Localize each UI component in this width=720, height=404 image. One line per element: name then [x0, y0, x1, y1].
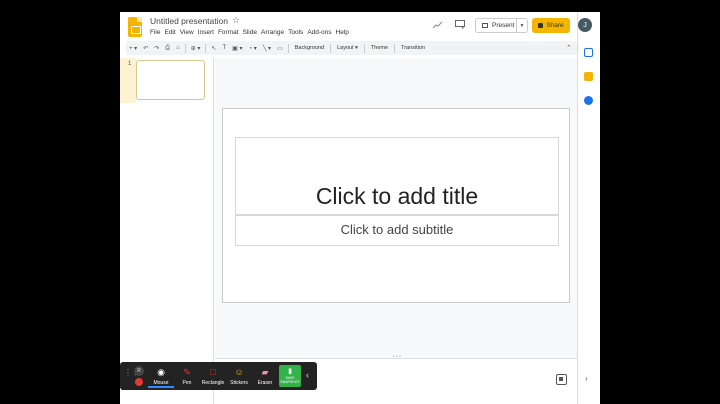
menu-arrange[interactable]: Arrange — [261, 29, 288, 36]
comments-icon[interactable] — [455, 20, 465, 29]
slide-number: 1 — [128, 61, 132, 67]
rectangle-icon: □ — [210, 367, 216, 377]
account-avatar[interactable]: J — [578, 18, 592, 32]
activity-trend-icon[interactable] — [433, 21, 443, 29]
image-icon[interactable]: ▣ ▾ — [229, 45, 245, 52]
pen-tool-label: Pen — [182, 380, 192, 386]
zoom-icon[interactable]: ⊕ ▾ — [188, 45, 204, 52]
menu-format[interactable]: Format — [218, 29, 243, 36]
present-icon — [482, 23, 488, 28]
slide-canvas: Click to add title Click to add subtitle… — [215, 58, 577, 360]
snapshot-icon: ▮ — [288, 368, 292, 375]
theme-button[interactable]: Theme — [367, 45, 392, 51]
slides-logo-icon[interactable] — [128, 17, 142, 37]
annotation-toolbar: ⋮⋮ R ◉ Mouse ✎ Pen □ Rectangle ☺ Sticker… — [120, 362, 317, 390]
mouse-tool-button[interactable]: ◉ Mouse — [148, 364, 174, 388]
eraser-tool-button[interactable]: ▰ Eraser — [252, 364, 278, 388]
expand-side-panel-chevron-right-icon[interactable]: › — [585, 374, 588, 383]
lock-icon — [538, 23, 544, 28]
subtitle-placeholder-text: Click to add subtitle — [340, 222, 454, 237]
background-button[interactable]: Background — [291, 45, 328, 51]
document-title[interactable]: Untitled presentation — [150, 16, 228, 26]
star-icon[interactable]: ☆ — [232, 15, 240, 26]
title-placeholder-box[interactable]: Click to add title — [235, 137, 559, 215]
toolbar-divider — [330, 43, 332, 53]
editing-toolbar: + ▾ ↶ ↷ ⎙ ⌂ ⊕ ▾ ↖ T ▣ ▾ ◔ ▾ ╲ ▾ ▭ Backgr… — [126, 41, 579, 55]
stickers-tool-label: Stickers — [230, 380, 248, 386]
menu-file[interactable]: File — [150, 29, 164, 36]
collapse-toolbar-chevron-left-icon[interactable]: ‹ — [306, 370, 309, 380]
mouse-icon: ◉ — [157, 367, 165, 377]
layout-button[interactable]: Layout ▾ — [333, 45, 362, 51]
menu-bar: File Edit View Insert Format Slide Arran… — [150, 29, 353, 36]
menu-help[interactable]: Help — [336, 29, 353, 36]
eraser-tool-label: Eraser — [257, 380, 273, 386]
share-label: Share — [546, 22, 564, 29]
redo-icon[interactable]: ↷ — [151, 45, 162, 52]
paint-format-icon[interactable]: ⌂ — [173, 45, 183, 51]
toolbar-divider — [287, 43, 289, 53]
stickers-tool-button[interactable]: ☺ Stickers — [226, 364, 252, 388]
present-dropdown-chevron-icon[interactable]: ▼ — [516, 19, 527, 32]
present-button[interactable]: Present ▼ — [475, 18, 528, 33]
pen-icon: ✎ — [183, 367, 191, 377]
subtitle-placeholder-box[interactable]: Click to add subtitle — [235, 215, 559, 246]
menu-view[interactable]: View — [180, 29, 198, 36]
menu-tools[interactable]: Tools — [288, 29, 307, 36]
layout-label: Layout — [337, 45, 354, 51]
slide[interactable]: Click to add title Click to add subtitle — [222, 108, 570, 303]
side-panel-divider — [577, 12, 578, 404]
shape-icon[interactable]: ◔ ▾ — [245, 45, 259, 52]
present-label: Present — [492, 22, 515, 29]
explore-icon[interactable] — [556, 374, 567, 385]
stop-record-icon[interactable] — [135, 378, 143, 386]
rectangle-tool-label: Rectangle — [201, 380, 225, 386]
undo-icon[interactable]: ↶ — [140, 45, 151, 52]
menu-edit[interactable]: Edit — [164, 29, 179, 36]
eraser-icon: ▰ — [261, 367, 269, 377]
menu-insert[interactable]: Insert — [198, 29, 218, 36]
menu-add-ons[interactable]: Add-ons — [307, 29, 335, 36]
slides-app-window: Untitled presentation ☆ File Edit View I… — [120, 12, 600, 404]
toolbar-divider — [205, 43, 207, 53]
rectangle-tool-button[interactable]: □ Rectangle — [200, 364, 226, 388]
toolbar-divider — [184, 43, 186, 53]
new-slide-plus-icon[interactable]: + ▾ — [126, 45, 140, 52]
collapse-menus-chevron-up-icon[interactable]: ⌃ — [566, 44, 572, 52]
print-icon[interactable]: ⎙ — [162, 45, 173, 52]
mouse-tool-label: Mouse — [153, 380, 169, 386]
keep-icon[interactable] — [584, 72, 593, 81]
slide-thumbnail[interactable] — [136, 60, 205, 100]
sticker-icon: ☺ — [234, 367, 244, 377]
text-box-icon[interactable]: T — [219, 45, 229, 51]
calendar-icon[interactable] — [584, 48, 593, 57]
record-status-icon: R — [134, 366, 144, 376]
tasks-icon[interactable] — [584, 96, 593, 105]
line-icon[interactable]: ╲ ▾ — [260, 45, 274, 52]
save-snapshot-button[interactable]: ▮ SAVE SNAPSHOT — [279, 365, 301, 387]
menu-slide[interactable]: Slide — [243, 29, 261, 36]
toolbar-divider — [363, 43, 365, 53]
transition-button[interactable]: Transition — [397, 45, 429, 51]
toolbar-divider — [394, 43, 396, 53]
record-control[interactable]: R — [134, 366, 144, 386]
title-placeholder-text: Click to add title — [315, 183, 479, 209]
comment-add-icon[interactable]: ▭ — [274, 45, 286, 52]
slide-filmstrip: 1 — [120, 58, 214, 404]
pen-tool-button[interactable]: ✎ Pen — [174, 364, 200, 388]
drag-handle-icon[interactable]: ⋮⋮ — [124, 369, 139, 377]
share-button[interactable]: Share — [532, 18, 570, 33]
select-cursor-icon[interactable]: ↖ — [208, 45, 219, 52]
snapshot-label: SNAPSHOT — [280, 380, 300, 384]
